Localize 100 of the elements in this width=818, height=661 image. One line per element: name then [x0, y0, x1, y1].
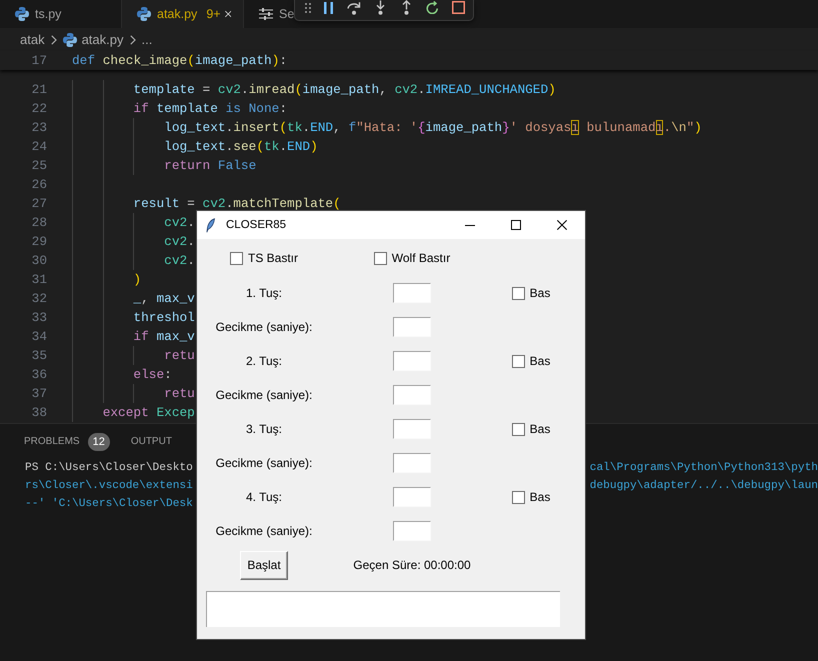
line-number: 21 [32, 82, 47, 96]
sliders-icon [259, 8, 273, 20]
field-label: 2. Tuş: [246, 354, 282, 368]
line-number: 27 [32, 196, 47, 210]
line-number: 38 [32, 404, 47, 420]
code-line: ) [133, 270, 142, 288]
field-label: Gecikme (saniye): [216, 456, 312, 470]
line-number: 32 [32, 290, 47, 306]
code-line: def check_image(image_path): [72, 52, 288, 70]
problem-count: 9+ [206, 7, 221, 21]
terminal-text: PS C:\Users\Closer\Deskto [25, 460, 193, 476]
restart-icon[interactable] [426, 1, 438, 14]
panel-tab[interactable]: PROBLEMS [24, 434, 80, 449]
breadcrumb-item[interactable]: ... [142, 32, 152, 47]
input-field[interactable] [393, 521, 431, 541]
count-badge: 12 [88, 432, 110, 450]
code-line: _, max_v [133, 290, 195, 308]
input-field[interactable] [393, 283, 431, 303]
checkbox[interactable] [512, 422, 525, 436]
line-number: 37 [32, 386, 47, 400]
line-number: 35 [32, 348, 47, 362]
line-number: 17 [32, 53, 47, 68]
field-label: Gecikme (saniye): [216, 388, 312, 402]
line-number: 34 [32, 328, 47, 344]
python-file-icon [15, 7, 29, 21]
line-number: 30 [32, 252, 47, 268]
line-number: 36 [32, 366, 47, 382]
input-field[interactable] [393, 487, 431, 507]
line-number: 31 [32, 272, 47, 286]
field-label: 3. Tuş: [246, 422, 282, 436]
feather-icon [206, 218, 215, 232]
window-title: CLOSER85 [226, 219, 286, 231]
checkbox-label: Bas [530, 422, 550, 436]
checkbox-label: TS Bastır [248, 251, 298, 265]
python-file-icon [137, 7, 151, 21]
field-label: 4. Tuş: [246, 490, 282, 504]
code-line: cv2. [164, 214, 195, 232]
editor-tab[interactable]: atak.py 9+ [122, 0, 244, 28]
pause-icon[interactable] [324, 2, 332, 14]
stop-icon[interactable] [452, 1, 464, 14]
step-into-icon[interactable] [376, 0, 384, 15]
terminal-text: rs\Closer\.vscode\extensi [25, 478, 193, 494]
step-out-icon[interactable] [402, 0, 410, 15]
line-number: 28 [32, 214, 47, 230]
chevron-icon [130, 34, 136, 44]
line-number: 22 [32, 100, 47, 116]
field-label: Gecikme (saniye): [216, 320, 312, 334]
checkbox[interactable] [512, 286, 525, 300]
maximize-icon[interactable] [511, 220, 521, 230]
start-button[interactable]: Başlat [240, 550, 288, 580]
code-line: if max_v [133, 328, 195, 346]
code-line: log_text.see(tk.END) [164, 138, 318, 156]
terminal-text: --' 'C:\Users\Closer\Desk [25, 496, 193, 512]
line-number: 24 [32, 138, 47, 154]
checkbox-label: Bas [530, 286, 550, 300]
field-label: 1. Tuş: [246, 286, 282, 300]
grip-icon[interactable] [305, 2, 311, 12]
code-line: else: [133, 366, 172, 384]
code-line: cv2. [164, 232, 195, 250]
chevron-icon [50, 34, 57, 44]
checkbox[interactable] [230, 252, 243, 264]
log-field[interactable] [206, 591, 560, 627]
breadcrumb-item[interactable]: atak.py [62, 32, 124, 47]
panel-tab[interactable]: OUTPUT [130, 434, 172, 449]
checkbox-label: Wolf Bastır [392, 251, 450, 265]
checkbox[interactable] [512, 490, 525, 504]
code-line: return False [164, 156, 256, 174]
code-line: retu [164, 384, 195, 402]
minimize-icon[interactable] [465, 224, 475, 226]
input-field[interactable] [393, 317, 431, 337]
terminal-text: debugpy\adapter/../..\debugpy\laun [590, 478, 818, 494]
code-line: cv2. [164, 252, 195, 270]
python-file-icon [62, 32, 77, 46]
line-number: 29 [32, 234, 47, 248]
code-line: retu [164, 346, 195, 364]
input-field[interactable] [393, 453, 431, 473]
code-line: result = cv2.matchTemplate( [133, 194, 341, 212]
checkbox-label: Bas [530, 354, 550, 368]
checkbox-label: Bas [530, 490, 550, 504]
breadcrumb-item[interactable]: atak [20, 32, 45, 47]
terminal-text: cal\Programs\Python\Python313\pyth [590, 460, 818, 476]
indent-guide [133, 346, 134, 364]
line-number: 25 [32, 158, 47, 172]
close-icon[interactable] [557, 220, 567, 230]
indent-guide [133, 384, 134, 402]
code-line: except Excep [102, 404, 195, 422]
line-number: 23 [32, 120, 47, 134]
code-line: threshol [133, 308, 195, 326]
line-number: 33 [32, 310, 47, 324]
step-over-icon[interactable] [347, 0, 361, 14]
line-number: 26 [32, 176, 47, 192]
input-field[interactable] [393, 419, 431, 439]
elapsed-time-text: Geçen Süre: 00:00:00 [353, 558, 471, 572]
checkbox[interactable] [512, 354, 525, 368]
input-field[interactable] [393, 385, 431, 405]
input-field[interactable] [393, 351, 431, 371]
field-label: Gecikme (saniye): [216, 524, 312, 538]
checkbox[interactable] [374, 252, 387, 264]
code-line: if template is None: [133, 100, 288, 118]
code-line: template = cv2.imread(image_path, cv2.IMREAD_UNCHANGED) [133, 80, 556, 98]
